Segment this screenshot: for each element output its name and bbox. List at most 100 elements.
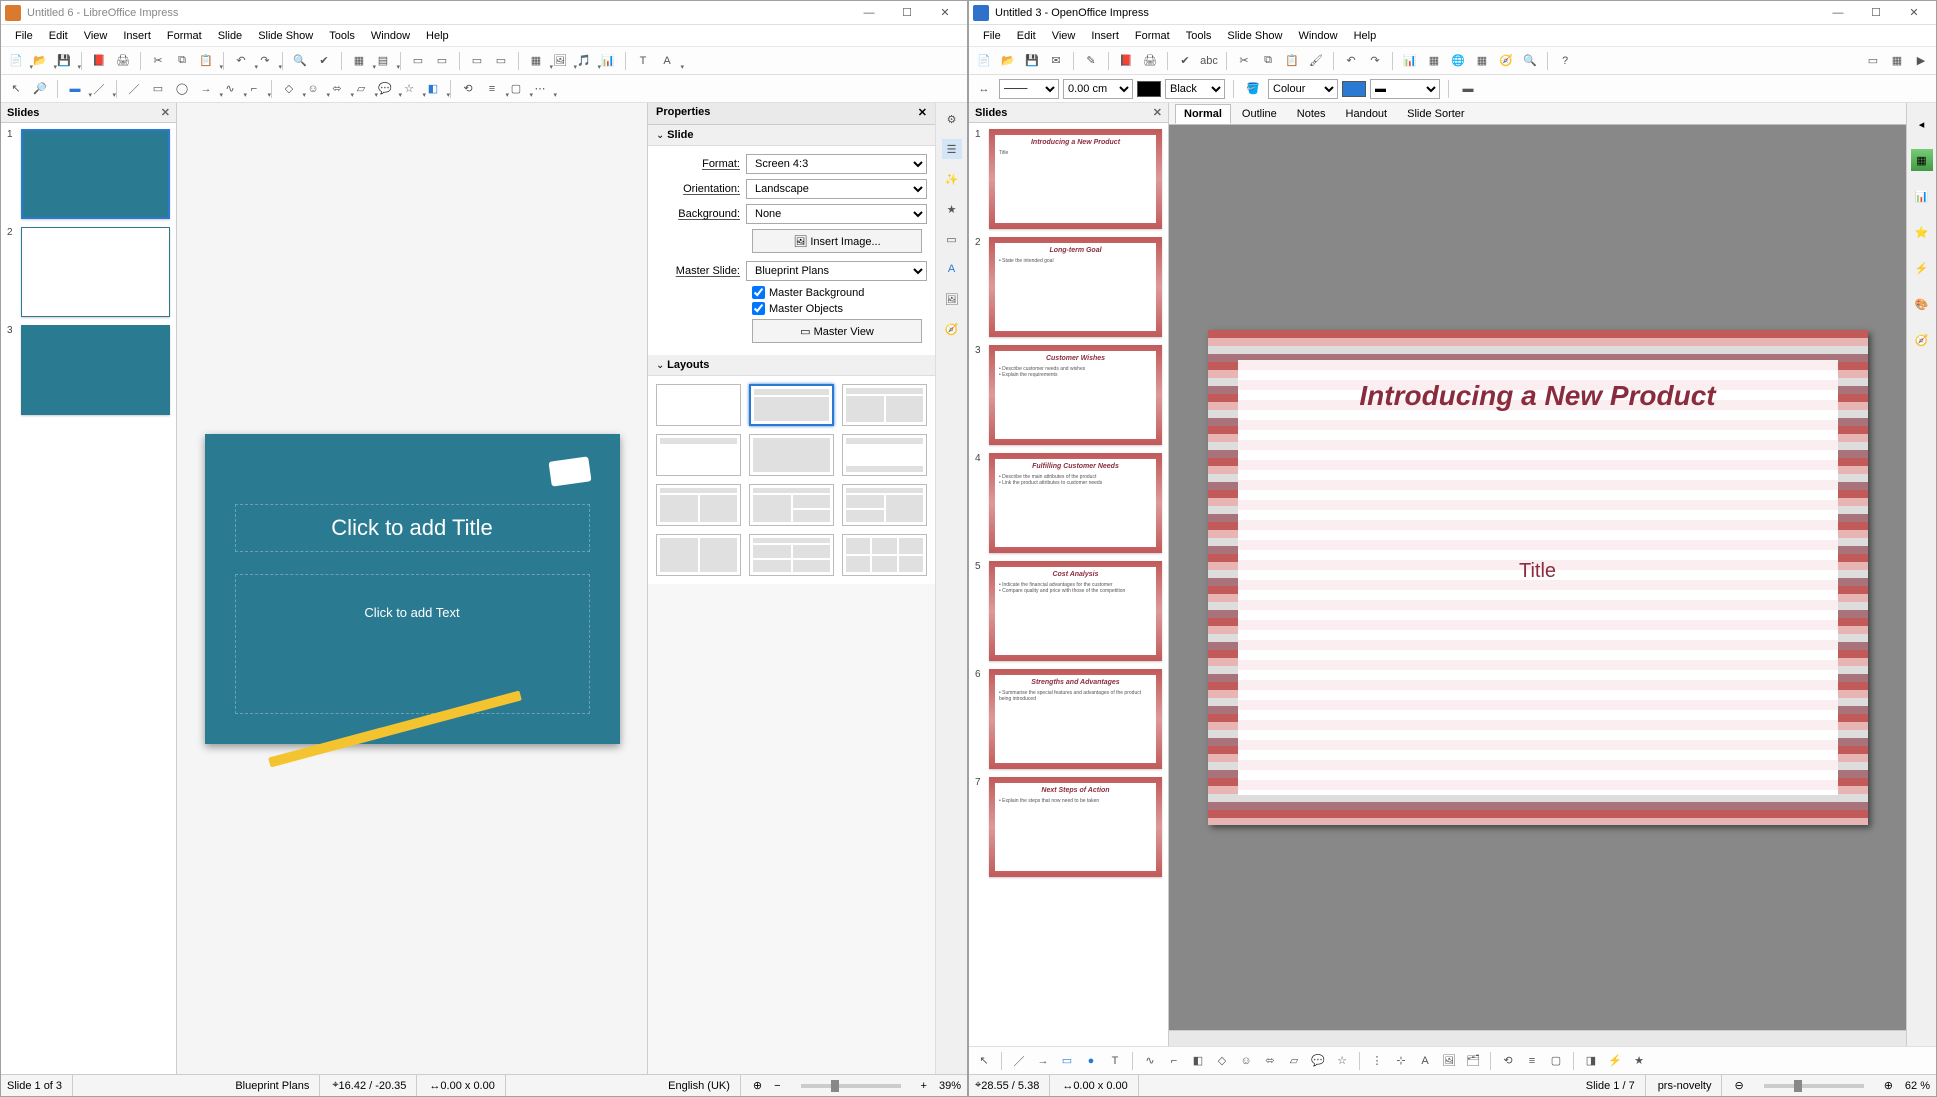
3d-objects-icon[interactable]: ◧ (1187, 1050, 1209, 1072)
slide-transition-deck-icon[interactable]: ✨ (942, 169, 962, 189)
export-pdf-icon[interactable]: 📕 (1115, 50, 1137, 72)
zoom-pan-icon[interactable]: 🔎 (29, 78, 51, 100)
fill-color-swatch[interactable] (1342, 81, 1366, 97)
tab-outline[interactable]: Outline (1233, 104, 1286, 124)
format-select[interactable]: Screen 4:3 (746, 154, 927, 174)
insert-textbox-icon[interactable]: T (632, 50, 654, 72)
editor-area[interactable]: Introducing a New Product Title (1169, 125, 1906, 1030)
close-panel-icon[interactable]: ✕ (161, 106, 170, 119)
menu-edit[interactable]: Edit (1009, 28, 1044, 44)
callouts-icon[interactable]: 💬 (1307, 1050, 1329, 1072)
gallery-deck-icon[interactable]: 🖼 (942, 289, 962, 309)
status-zoom[interactable]: 39% (939, 1080, 961, 1092)
layout-grid2[interactable] (749, 484, 834, 526)
slide-show-icon[interactable]: ▶ (1910, 50, 1932, 72)
insert-image-button[interactable]: 🖼 Insert Image... (752, 229, 922, 253)
slide-thumb[interactable]: 4Fulfilling Customer Needs• Describe the… (975, 453, 1162, 553)
arrow-icon[interactable]: → (1032, 1050, 1054, 1072)
menu-window[interactable]: Window (1290, 28, 1345, 44)
line-icon[interactable]: ／ (123, 78, 145, 100)
basic-shapes-icon[interactable]: ◇ (1211, 1050, 1233, 1072)
section-layouts-header[interactable]: Layouts (648, 355, 935, 376)
master-pages-icon[interactable]: ▦ (1911, 149, 1933, 171)
close-button[interactable]: ✕ (927, 3, 963, 23)
flowcharts-icon[interactable]: ▱ (350, 78, 372, 100)
menu-slideshow[interactable]: Slide Show (250, 28, 321, 44)
layout-4cells2[interactable] (749, 534, 834, 576)
slide-title[interactable]: Introducing a New Product (1258, 380, 1818, 412)
styles-deck-icon[interactable]: A (942, 259, 962, 279)
slide-thumb[interactable]: 2 (7, 227, 170, 317)
menu-tools[interactable]: Tools (321, 28, 363, 44)
fill-color-select[interactable]: ▬ (1370, 79, 1440, 99)
slide-canvas[interactable]: Introducing a New Product Title (1208, 330, 1868, 825)
zoom-out-icon[interactable]: − (774, 1080, 780, 1092)
connectors-icon[interactable]: ⌐ (243, 78, 265, 100)
export-pdf-icon[interactable]: 📕 (88, 50, 110, 72)
redo-icon[interactable]: ↷ (254, 50, 276, 72)
area-style-icon[interactable]: 🪣 (1242, 78, 1264, 100)
zoom-fit-icon[interactable]: ⊖ (1734, 1079, 1743, 1092)
symbol-shapes-icon[interactable]: ☺ (1235, 1050, 1257, 1072)
new-icon[interactable]: 📄 (973, 50, 995, 72)
layout-grid1[interactable] (656, 484, 741, 526)
arrow-style-icon[interactable]: ↔ (973, 78, 995, 100)
settings-icon[interactable]: ⚙ (942, 109, 962, 129)
undo-icon[interactable]: ↶ (230, 50, 252, 72)
rotate-icon[interactable]: ⟲ (1497, 1050, 1519, 1072)
edit-file-icon[interactable]: ✎ (1080, 50, 1102, 72)
spellcheck-icon[interactable]: ✔ (313, 50, 335, 72)
menu-file[interactable]: File (975, 28, 1009, 44)
restore-pane-icon[interactable]: ◂ (1911, 113, 1933, 135)
rectangle-icon[interactable]: ▭ (147, 78, 169, 100)
print-icon[interactable]: 🖨 (112, 50, 134, 72)
text-icon[interactable]: T (1104, 1050, 1126, 1072)
slide-thumb[interactable]: 7Next Steps of Action• Explain the steps… (975, 777, 1162, 877)
insert-av-icon[interactable]: 🎵 (573, 50, 595, 72)
layout-grid3[interactable] (842, 484, 927, 526)
distribute-icon[interactable]: ⋯ (529, 78, 551, 100)
slide-transition-icon[interactable]: 🎨 (1911, 293, 1933, 315)
master-view-button[interactable]: ▭ Master View (752, 319, 922, 343)
redo-icon[interactable]: ↷ (1364, 50, 1386, 72)
titlebar[interactable]: Untitled 6 - LibreOffice Impress — ☐ ✕ (1, 1, 967, 25)
menu-edit[interactable]: Edit (41, 28, 76, 44)
layout-centered[interactable] (749, 434, 834, 476)
shadow-icon[interactable]: ▬ (1457, 78, 1479, 100)
insert-chart-icon[interactable]: 📊 (597, 50, 619, 72)
layout-title-only[interactable] (656, 434, 741, 476)
arrange-icon[interactable]: ▢ (505, 78, 527, 100)
line-color-select[interactable]: Black (1165, 79, 1225, 99)
email-icon[interactable]: ✉ (1045, 50, 1067, 72)
arrange-icon[interactable]: ▢ (1545, 1050, 1567, 1072)
layout-4cells1[interactable] (656, 534, 741, 576)
tab-notes[interactable]: Notes (1288, 104, 1335, 124)
minimize-button[interactable]: — (1820, 3, 1856, 23)
insert-fontwork-icon[interactable]: A (656, 50, 678, 72)
editor-area[interactable]: Click to add Title Click to add Text (177, 103, 647, 1074)
line-icon[interactable]: ／ (1008, 1050, 1030, 1072)
callouts-icon[interactable]: 💬 (374, 78, 396, 100)
select-icon[interactable]: ↖ (973, 1050, 995, 1072)
orientation-select[interactable]: Landscape (746, 179, 927, 199)
slide-thumb[interactable]: 3Customer Wishes• Describe customer need… (975, 345, 1162, 445)
properties-deck-icon[interactable]: ☰ (942, 139, 962, 159)
rectangle-icon[interactable]: ▭ (1056, 1050, 1078, 1072)
tab-normal[interactable]: Normal (1175, 104, 1231, 124)
menu-view[interactable]: View (76, 28, 116, 44)
animation-icon[interactable]: ★ (1628, 1050, 1650, 1072)
lines-arrows-icon[interactable]: → (195, 78, 217, 100)
block-arrows-icon[interactable]: ⬄ (1259, 1050, 1281, 1072)
spellcheck-icon[interactable]: ✔ (1174, 50, 1196, 72)
layouts-pane-icon[interactable]: 📊 (1911, 185, 1933, 207)
cut-icon[interactable]: ✂ (147, 50, 169, 72)
slide-thumb[interactable]: 1 (7, 129, 170, 219)
open-icon[interactable]: 📂 (997, 50, 1019, 72)
zoom-in-icon[interactable]: + (921, 1080, 927, 1092)
tab-slidesorter[interactable]: Slide Sorter (1398, 104, 1473, 124)
slide-design-icon[interactable]: ▭ (1862, 50, 1884, 72)
maximize-button[interactable]: ☐ (889, 3, 925, 23)
interaction-icon[interactable]: ⚡ (1604, 1050, 1626, 1072)
slide-canvas[interactable]: Click to add Title Click to add Text (205, 434, 620, 744)
line-color-icon[interactable]: ／ (88, 78, 110, 100)
